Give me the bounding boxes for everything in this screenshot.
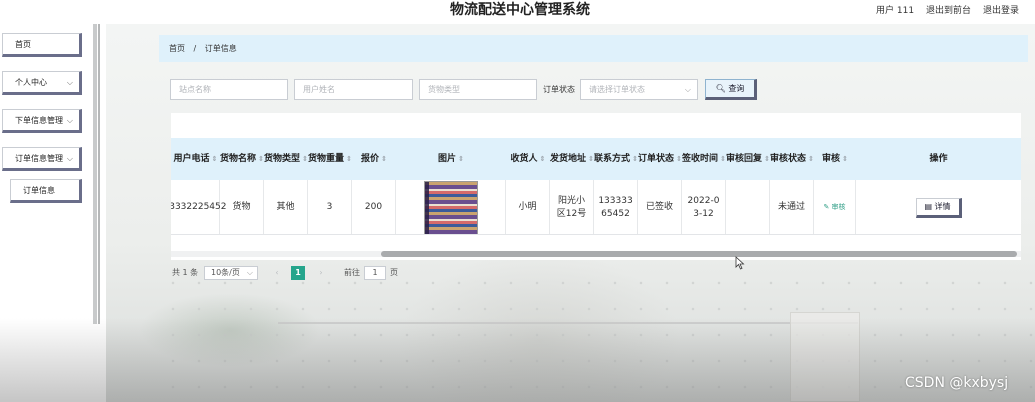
column-header-image[interactable]: 图片 ⇕ xyxy=(396,138,506,180)
sidebar-item-order-info[interactable]: 订单信息 xyxy=(10,179,82,203)
breadcrumb-current: 订单信息 xyxy=(204,44,237,53)
user-name-input[interactable]: 用户姓名 xyxy=(294,79,413,100)
scrollbar-thumb[interactable] xyxy=(381,251,1017,257)
background-shelf xyxy=(278,322,858,402)
prev-page-icon[interactable]: ‹ xyxy=(270,266,284,280)
document-icon: ▤ xyxy=(924,201,932,211)
order-table: 用户电话 ⇕ 货物名称 ⇕ 货物类型 ⇕ 货物重量 ⇕ 报价 ⇕ 图片 ⇕ 收货人 ⇕ 发货地… xyxy=(171,113,1021,260)
audit-link[interactable]: ✎ 审核 xyxy=(823,201,845,214)
column-header-phone[interactable]: 用户电话 ⇕ xyxy=(171,138,220,180)
pagination-total: 共 1 条 xyxy=(172,268,199,277)
sort-icon[interactable]: ⇕ xyxy=(458,155,464,163)
cell-audit-status: 未通过 xyxy=(770,180,814,235)
cell-audit: ✎ 审核 xyxy=(814,180,856,235)
current-user-label: 用户 111 xyxy=(876,6,915,16)
column-header-audit-reply[interactable]: 审核回复 ⇕ xyxy=(726,138,770,180)
detail-button[interactable]: ▤ 详情 xyxy=(915,197,962,218)
order-status-placeholder: 请选择订单状态 xyxy=(589,85,645,94)
cell-goods-name: 货物 xyxy=(220,180,264,235)
top-header: 物流配送中心管理系统 用户 111 退出到前台 退出登录 xyxy=(0,0,1035,24)
sidebar-divider xyxy=(93,24,97,324)
breadcrumb-home[interactable]: 首页 xyxy=(169,44,185,53)
column-header-sign-time[interactable]: 签收时间 ⇕ xyxy=(682,138,726,180)
cell-goods-type: 其他 xyxy=(264,180,308,235)
cell-order-status: 已签收 xyxy=(638,180,682,235)
cell-receiver: 小明 xyxy=(506,180,550,235)
order-status-label: 订单状态 xyxy=(543,85,575,94)
column-header-goods-name[interactable]: 货物名称 ⇕ xyxy=(220,138,264,180)
search-button-label: 查询 xyxy=(728,84,745,93)
cell-contact: 13333365452 xyxy=(594,180,638,235)
chevron-down-icon: ⌵ xyxy=(684,85,691,94)
site-name-input[interactable]: 站点名称 xyxy=(170,79,288,100)
system-title: 物流配送中心管理系统 xyxy=(450,2,590,18)
sidebar-item-label: 订单信息管理 xyxy=(15,154,63,163)
sort-icon[interactable]: ⇕ xyxy=(842,155,848,163)
logout-link[interactable]: 退出登录 xyxy=(983,3,1019,16)
mouse-cursor-icon xyxy=(735,256,745,270)
goto-page-input[interactable]: 1 xyxy=(364,266,386,280)
cell-sign-time: 2022-03-12 xyxy=(682,180,726,235)
cell-actions: ▤ 详情 xyxy=(856,180,1021,235)
sidebar-item-order-placement[interactable]: 下单信息管理 ⌵ xyxy=(2,109,82,133)
chevron-down-icon: ⌵ xyxy=(246,268,253,277)
next-page-icon[interactable]: › xyxy=(314,266,328,280)
column-header-receiver[interactable]: 收货人 ⇕ xyxy=(506,138,550,180)
column-header-actions: 操作 xyxy=(929,153,948,164)
page-unit-label: 页 xyxy=(390,268,398,277)
breadcrumb: 首页 / 订单信息 xyxy=(159,35,1028,62)
row-divider xyxy=(171,234,1021,235)
cell-audit-reply xyxy=(726,180,770,235)
chevron-down-icon: ⌵ xyxy=(66,116,73,125)
column-header-weight[interactable]: 货物重量 ⇕ xyxy=(308,138,352,180)
goods-photo[interactable] xyxy=(423,180,478,235)
background-cabinet xyxy=(790,312,860,402)
column-header-contact[interactable]: 联系方式 ⇕ xyxy=(594,138,638,180)
cell-image xyxy=(396,180,506,235)
column-header-audit-status[interactable]: 审核状态 ⇕ xyxy=(770,138,814,180)
cell-price: 200 xyxy=(352,180,396,235)
chevron-down-icon: ⌵ xyxy=(66,78,73,87)
goods-type-input[interactable]: 货物类型 xyxy=(419,79,537,100)
sort-icon[interactable]: ⇕ xyxy=(212,155,218,163)
sidebar-item-label: 个人中心 xyxy=(15,78,47,87)
sort-icon[interactable]: ⇕ xyxy=(381,155,387,163)
search-icon: 🔍︎ xyxy=(715,84,726,93)
sidebar-item-label: 下单信息管理 xyxy=(15,116,63,125)
column-header-audit[interactable]: 审核 ⇕ xyxy=(814,138,856,180)
column-header-order-status[interactable]: 订单状态 ⇕ xyxy=(638,138,682,180)
exit-to-front-link[interactable]: 退出到前台 xyxy=(926,3,971,16)
sidebar-item-order-management[interactable]: 订单信息管理 ⌵ xyxy=(2,147,82,171)
column-header-address[interactable]: 发货地址 ⇕ xyxy=(550,138,594,180)
order-status-select[interactable]: 请选择订单状态 ⌵ xyxy=(580,79,698,100)
page-number-current[interactable]: 1 xyxy=(291,266,305,280)
watermark: CSDN @kxbysj xyxy=(905,375,1009,391)
sidebar-item-label: 订单信息 xyxy=(23,186,55,195)
sidebar-item-label: 首页 xyxy=(15,40,31,49)
edit-icon: ✎ xyxy=(823,203,830,211)
cell-weight: 3 xyxy=(308,180,352,235)
breadcrumb-separator: / xyxy=(193,44,197,53)
goto-label: 前往 xyxy=(344,268,360,277)
search-button[interactable]: 🔍︎ 查询 xyxy=(705,79,757,100)
sidebar-item-personal-center[interactable]: 个人中心 ⌵ xyxy=(2,71,82,95)
page-size-value: 10条/页 xyxy=(211,268,240,277)
page-size-select[interactable]: 10条/页 ⌵ xyxy=(204,266,258,280)
column-header-goods-type[interactable]: 货物类型 ⇕ xyxy=(264,138,308,180)
cell-address: 阳光小区12号 xyxy=(550,180,594,235)
column-header-price[interactable]: 报价 ⇕ xyxy=(352,138,396,180)
chevron-down-icon: ⌵ xyxy=(66,154,73,163)
sort-icon[interactable]: ⇕ xyxy=(540,155,546,163)
sidebar-divider-shadow xyxy=(98,24,100,324)
cell-phone: 13332225452 xyxy=(171,180,227,235)
horizontal-scrollbar[interactable] xyxy=(171,251,1021,257)
sidebar-item-home[interactable]: 首页 xyxy=(2,33,82,57)
